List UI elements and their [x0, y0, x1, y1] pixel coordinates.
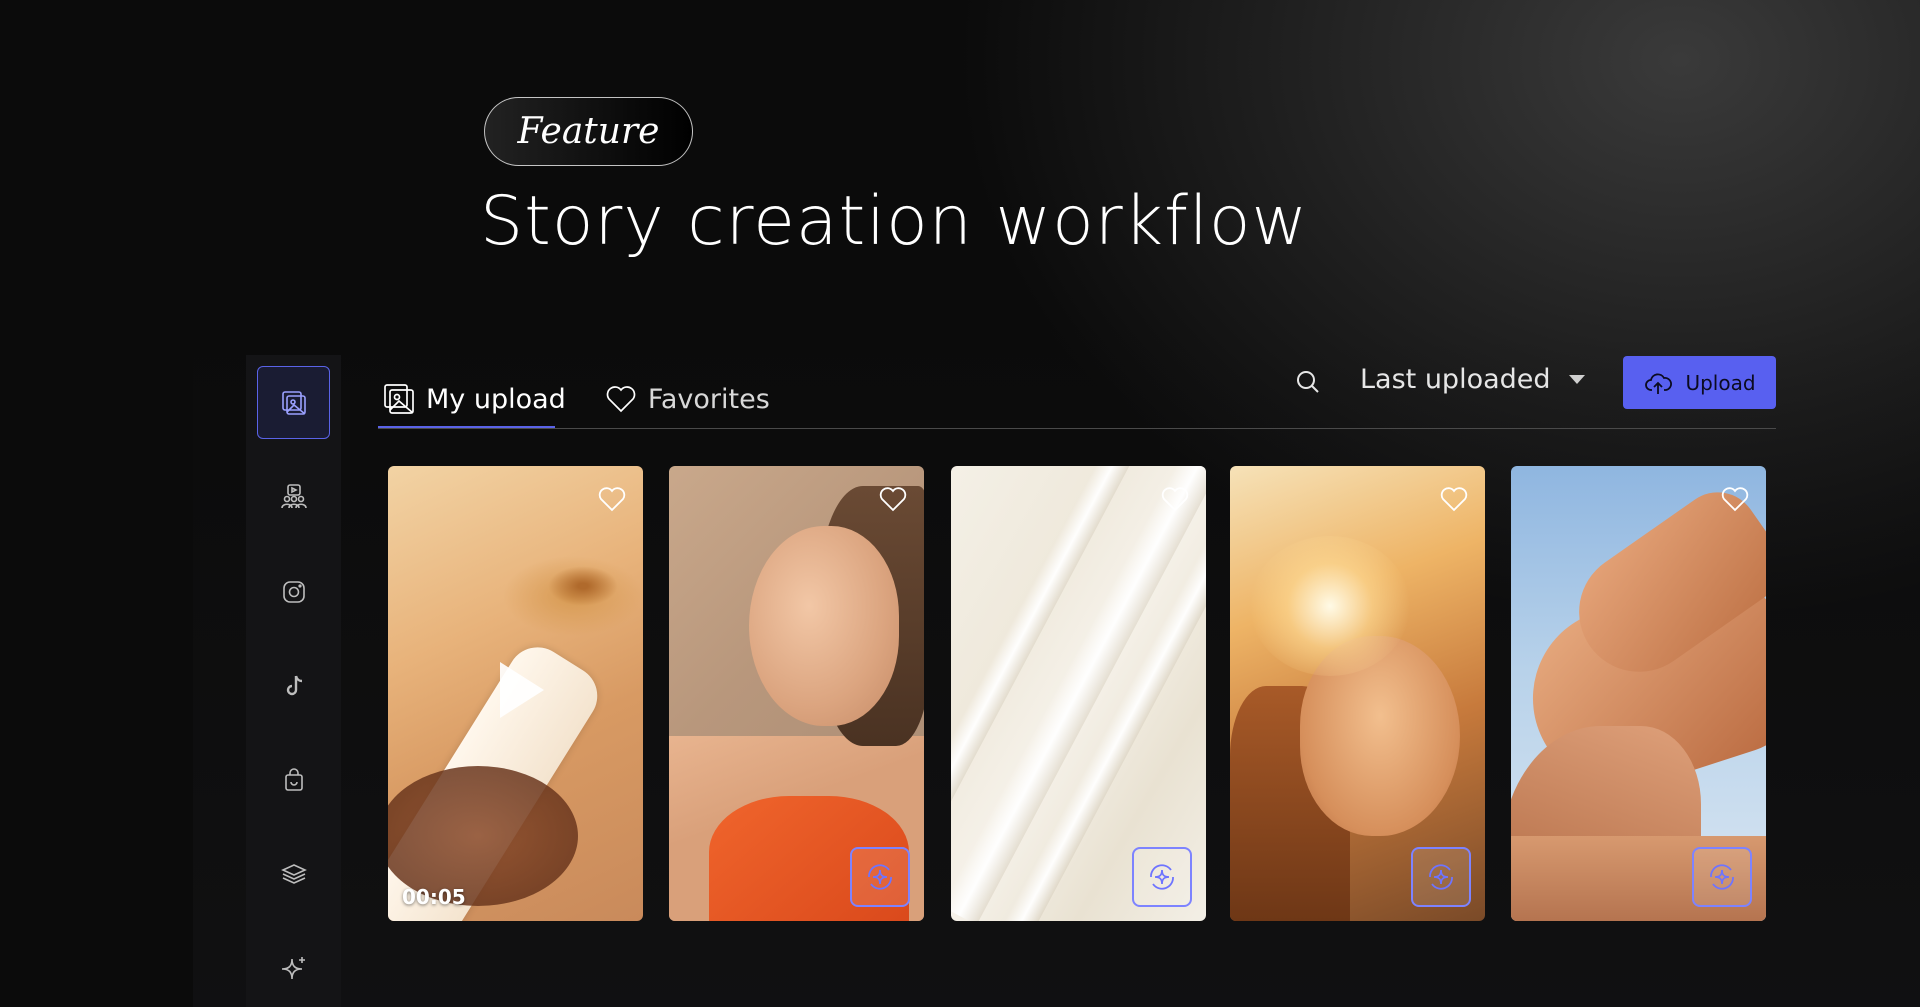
play-icon[interactable]: [500, 662, 544, 718]
tiktok-icon: [286, 675, 302, 695]
sidebar-item-creators[interactable]: [257, 460, 330, 533]
favorite-button[interactable]: [878, 484, 908, 514]
tab-my-upload[interactable]: My upload: [378, 370, 570, 428]
creators-icon: [280, 483, 307, 508]
heart-icon: [1721, 487, 1749, 512]
media-library-icon: [281, 390, 306, 415]
search-icon: [1297, 371, 1319, 393]
heart-icon: [598, 487, 626, 512]
sidebar-item-shop[interactable]: [257, 743, 330, 816]
sidebar-item-ai[interactable]: [257, 931, 330, 1004]
sidebar-item-instagram[interactable]: [257, 555, 330, 628]
favorite-button[interactable]: [597, 484, 627, 514]
tab-label: My upload: [426, 383, 566, 415]
heart-icon: [879, 487, 907, 512]
upload-label: Upload: [1685, 370, 1756, 395]
favorite-button[interactable]: [1720, 484, 1750, 514]
media-card-image[interactable]: [669, 466, 924, 921]
heart-icon: [1161, 487, 1189, 512]
ai-sparkle-icon: [1710, 864, 1734, 890]
card-image: [1250, 536, 1410, 676]
sidebar-item-layers[interactable]: [257, 837, 330, 910]
ai-sparkle-icon: [1429, 864, 1453, 890]
sidebar-item-tiktok[interactable]: [257, 649, 330, 722]
card-image: [548, 566, 618, 606]
heart-icon: [606, 386, 636, 413]
ai-sparkle-icon: [868, 864, 892, 890]
video-duration: 00:05: [402, 885, 466, 909]
caret-down-icon: [1568, 375, 1585, 384]
media-card-image[interactable]: [951, 466, 1206, 921]
tab-label: Favorites: [647, 383, 770, 415]
ai-generate-button[interactable]: [850, 847, 910, 907]
media-card-image[interactable]: [1230, 466, 1485, 921]
tab-divider: [378, 428, 1776, 429]
layers-icon: [280, 863, 307, 884]
shopping-bag-icon: [284, 767, 303, 791]
ai-generate-button[interactable]: [1692, 847, 1752, 907]
media-card-video[interactable]: 00:05: [388, 466, 643, 921]
tab-bar: My upload Favorites: [378, 370, 774, 428]
sidebar-item-media[interactable]: [257, 366, 330, 439]
upload-button[interactable]: Upload: [1623, 356, 1776, 409]
sort-dropdown[interactable]: Last uploaded: [1360, 364, 1585, 395]
ai-sparkle-icon: [1150, 864, 1174, 890]
media-card-image[interactable]: [1511, 466, 1766, 921]
instagram-icon: [282, 580, 305, 603]
feature-pill: Feature: [484, 97, 693, 166]
page-title: Story creation workflow: [480, 182, 1309, 261]
favorite-button[interactable]: [1160, 484, 1190, 514]
sort-label: Last uploaded: [1360, 364, 1551, 395]
card-image: [749, 526, 899, 726]
search-button[interactable]: [1295, 369, 1325, 399]
sparkles-icon: [281, 956, 305, 979]
ai-generate-button[interactable]: [1132, 847, 1192, 907]
images-icon: [384, 384, 414, 414]
ai-generate-button[interactable]: [1411, 847, 1471, 907]
cloud-upload-icon: [1645, 373, 1673, 394]
heart-icon: [1440, 487, 1468, 512]
favorite-button[interactable]: [1439, 484, 1469, 514]
tab-favorites[interactable]: Favorites: [600, 370, 774, 428]
